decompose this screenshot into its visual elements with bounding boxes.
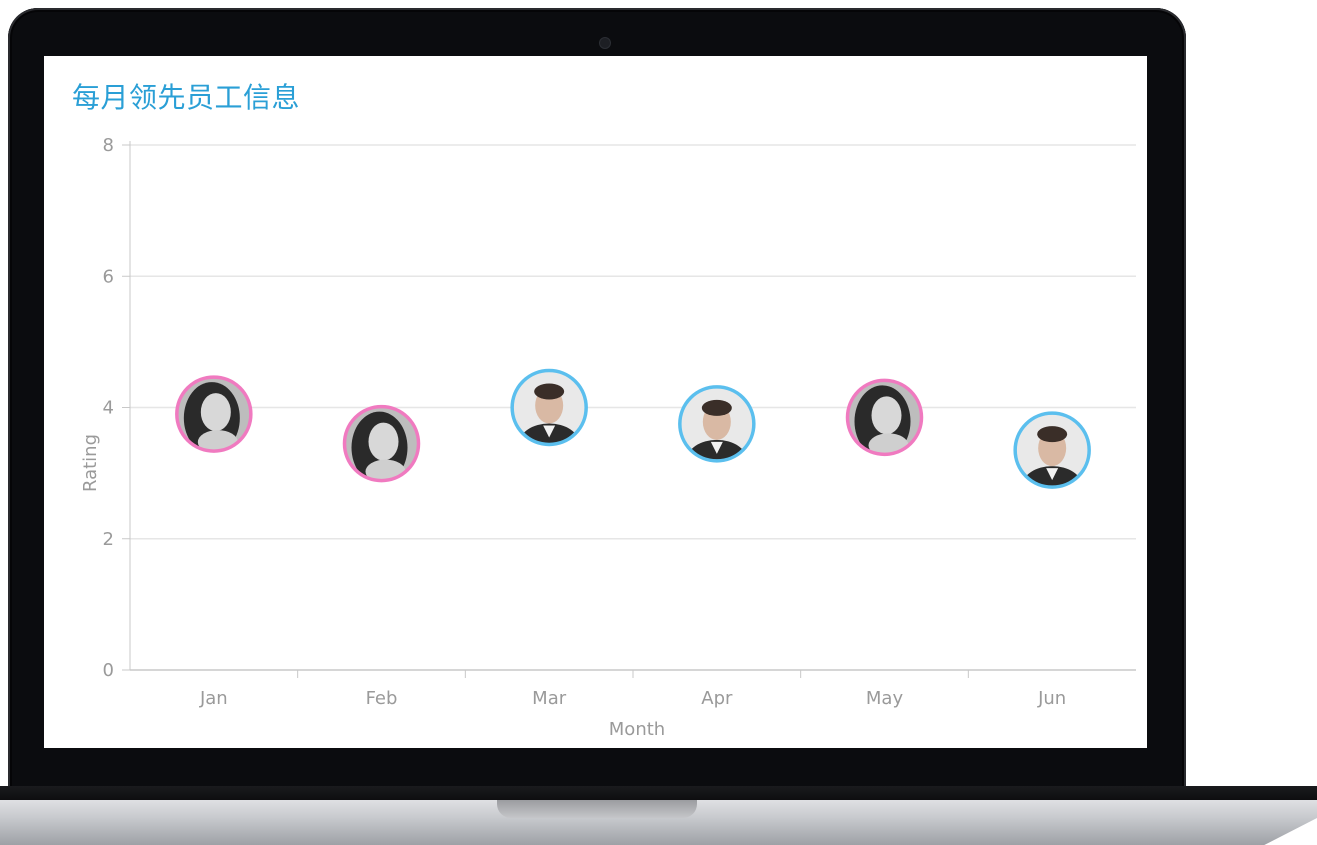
data-point-jun[interactable] (1013, 411, 1091, 506)
x-tick-label: Jan (199, 688, 228, 709)
x-tick-label: Apr (701, 688, 733, 709)
data-point-apr[interactable] (678, 385, 756, 480)
laptop-notch (497, 800, 697, 818)
x-tick-label: Jun (1037, 688, 1066, 709)
y-tick-label: 8 (103, 135, 114, 156)
x-tick-label: Feb (366, 688, 398, 709)
y-axis-title: Rating (80, 434, 101, 492)
y-tick-label: 2 (103, 529, 114, 550)
x-axis-title: Month (609, 719, 665, 740)
y-tick-label: 6 (103, 266, 114, 287)
data-point-mar[interactable] (510, 368, 588, 464)
data-point-may[interactable] (845, 378, 924, 457)
y-tick-label: 4 (103, 398, 114, 419)
x-tick-label: Mar (532, 688, 567, 709)
y-tick-label: 0 (103, 660, 114, 681)
rating-scatter-chart: 0 2 4 6 8 Jan Feb Mar Apr May Jun Rating Month (80, 135, 1136, 740)
camera-icon (600, 38, 610, 48)
data-point-feb[interactable] (342, 404, 421, 484)
laptop-screen: 每月领先员工信息 0 2 4 6 8 Jan Feb Mar Apr May Jun Rating … (44, 56, 1147, 748)
data-point-jan[interactable] (175, 375, 253, 454)
x-tick-label: May (866, 688, 904, 709)
